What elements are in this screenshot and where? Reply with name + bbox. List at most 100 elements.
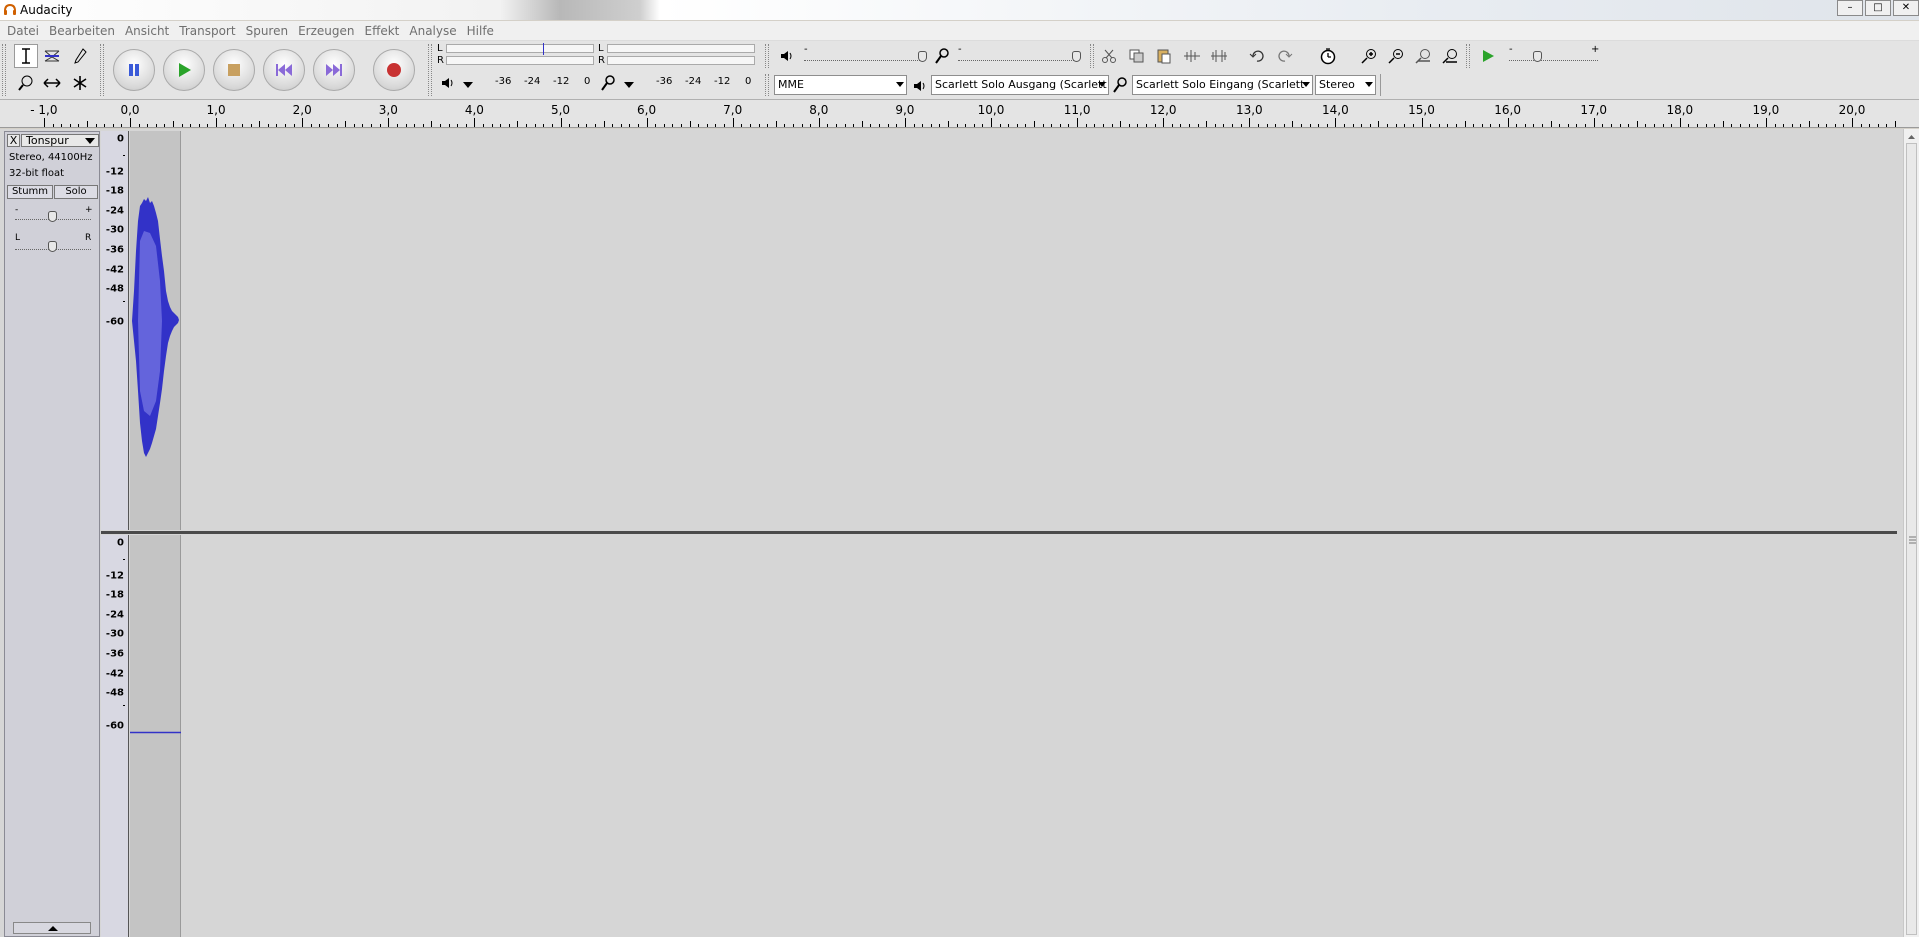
ruler-minor-tick (207, 124, 209, 127)
playback-meter-left[interactable] (446, 44, 594, 53)
menu-ansicht[interactable]: Ansicht (120, 24, 174, 38)
track-control-panel[interactable]: X Tonspur Stereo, 44100Hz 32-bit float S… (4, 131, 100, 937)
cut-button[interactable] (1099, 46, 1119, 66)
waveform-channel-right[interactable] (130, 535, 1897, 937)
ruler-minor-tick (1042, 124, 1044, 127)
zoom-tool-button[interactable] (14, 71, 38, 95)
meter-scale-label: 0 (584, 76, 591, 87)
draw-tool-button[interactable] (68, 44, 92, 68)
playback-meter-right[interactable] (446, 56, 594, 65)
sync-lock-button[interactable] (1318, 46, 1338, 66)
record-button[interactable] (373, 49, 415, 91)
input-volume-slider[interactable] (958, 53, 1076, 61)
undo-button[interactable] (1247, 46, 1267, 66)
multi-tool-button[interactable] (68, 71, 92, 95)
ruler-minor-tick (724, 124, 726, 127)
ruler-major-tick (1335, 118, 1337, 127)
audio-host-select[interactable]: MME (774, 75, 907, 95)
skip-end-button[interactable] (313, 49, 355, 91)
vertical-scrollbar[interactable] (1903, 129, 1919, 937)
paste-button[interactable] (1154, 46, 1174, 66)
ruler-minor-tick (775, 121, 777, 127)
ruler-minor-tick (1171, 124, 1173, 127)
ruler-minor-tick (577, 124, 579, 127)
track-collapse-button[interactable] (13, 922, 91, 934)
track-name-menu[interactable]: Tonspur (21, 134, 99, 147)
menu-effekt[interactable]: Effekt (360, 24, 405, 38)
menu-bearbeiten[interactable]: Bearbeiten (44, 24, 120, 38)
ruler-minor-tick (1619, 124, 1621, 127)
menu-analyse[interactable]: Analyse (404, 24, 461, 38)
toolbar-grip[interactable] (100, 44, 104, 96)
solo-button[interactable]: Solo (54, 185, 98, 199)
close-button[interactable]: ✕ (1893, 0, 1919, 16)
i-beam-icon (22, 48, 30, 64)
menu-spuren[interactable]: Spuren (241, 24, 294, 38)
stop-button[interactable] (213, 49, 255, 91)
ruler-major-tick (818, 118, 820, 127)
trim-button[interactable] (1182, 46, 1202, 66)
toolbar-grip[interactable] (1090, 44, 1094, 68)
menu-datei[interactable]: Datei (2, 24, 44, 38)
toolbar-grip[interactable] (765, 44, 769, 68)
play-at-speed-button[interactable] (1478, 46, 1498, 66)
speed-thumb[interactable] (1533, 51, 1542, 62)
zoom-in-button[interactable] (1359, 46, 1379, 66)
pan-thumb[interactable] (48, 241, 57, 252)
audio-clip-right[interactable] (130, 535, 181, 937)
input-channels-select[interactable]: Stereo (1315, 75, 1376, 95)
timeshift-tool-button[interactable] (40, 71, 64, 95)
output-device-select[interactable]: Scarlett Solo Ausgang (Scarlett (931, 75, 1109, 95)
scroll-thumb[interactable] (1906, 143, 1917, 935)
playback-volume-slider[interactable] (804, 53, 922, 61)
playback-volume-thumb[interactable] (918, 51, 927, 62)
audio-clip-left[interactable] (130, 131, 181, 530)
envelope-tool-button[interactable] (40, 44, 64, 68)
record-meter-left[interactable] (607, 44, 755, 53)
selection-tool-button[interactable] (14, 44, 38, 68)
play-green-icon (1483, 50, 1494, 62)
redo-button[interactable] (1275, 46, 1295, 66)
toolbar-grip[interactable] (765, 74, 769, 96)
ruler-minor-tick (1524, 124, 1526, 127)
ruler-minor-tick (1740, 124, 1742, 127)
amplitude-ruler-left[interactable]: 0 -12 -18 -24 -30 -36 -42 -48 -60 (101, 131, 129, 530)
fit-selection-button[interactable] (1413, 46, 1433, 66)
playback-meter-dropdown-icon[interactable] (463, 82, 473, 88)
pause-button[interactable] (113, 49, 155, 91)
timeline-ruler[interactable]: - 1,0 0,0 1,0 2,0 3,0 4,0 5,0 6,0 7,0 8,0 9,0 10,0 1… (0, 100, 1919, 128)
ruler-minor-tick (792, 124, 794, 127)
zoom-out-button[interactable] (1386, 46, 1406, 66)
scroll-up-icon[interactable] (1904, 131, 1919, 143)
record-meter-dropdown-icon[interactable] (624, 82, 634, 88)
menu-transport[interactable]: Transport (174, 24, 240, 38)
minimize-button[interactable]: – (1837, 0, 1863, 16)
maximize-button[interactable]: □ (1865, 0, 1891, 16)
input-volume-thumb[interactable] (1072, 51, 1081, 62)
ruler-minor-tick (1180, 124, 1182, 127)
ruler-major-tick (1852, 118, 1853, 127)
track-close-button[interactable]: X (7, 134, 20, 147)
ruler-minor-tick (414, 124, 416, 127)
play-button[interactable] (163, 49, 205, 91)
record-meter-right[interactable] (607, 56, 755, 65)
gain-thumb[interactable] (48, 211, 57, 222)
mute-button[interactable]: Stumm (7, 185, 53, 199)
toolbar-grip[interactable] (1466, 44, 1470, 68)
speed-slider[interactable] (1509, 53, 1598, 61)
waveform-channel-left[interactable] (130, 131, 1897, 530)
silence-button[interactable] (1209, 46, 1229, 66)
ruler-major-tick (1077, 118, 1079, 127)
copy-button[interactable] (1127, 46, 1147, 66)
zoom-fit-project-icon (1442, 49, 1457, 64)
fit-project-button[interactable] (1440, 46, 1460, 66)
toolbar-grip[interactable] (2, 44, 6, 96)
menu-hilfe[interactable]: Hilfe (462, 24, 499, 38)
input-device-select[interactable]: Scarlett Solo Eingang (Scarlett (1132, 75, 1313, 95)
skip-start-button[interactable] (263, 49, 305, 91)
menu-erzeugen[interactable]: Erzeugen (293, 24, 359, 38)
toolbar-grip[interactable] (428, 44, 432, 96)
ruler-time-label: 8,0 (809, 103, 829, 117)
playback-meter-right-label: R (437, 55, 444, 66)
amplitude-ruler-right[interactable]: 0 -12 -18 -24 -30 -36 -42 -48 -60 (101, 535, 129, 937)
